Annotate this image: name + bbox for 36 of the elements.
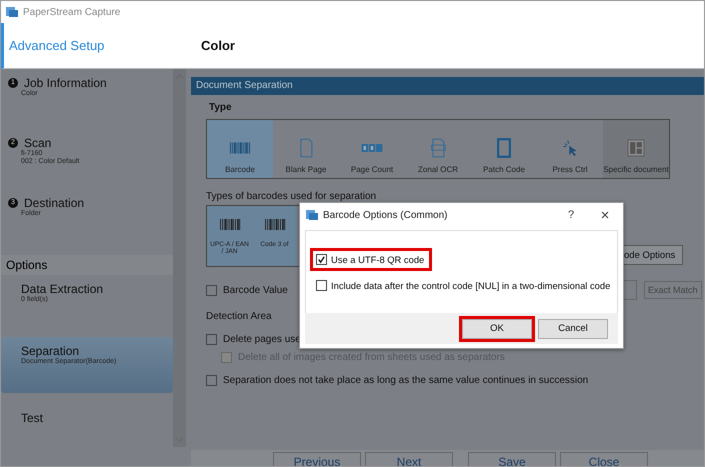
barcode-types-label: Types of barcodes used for separation (206, 191, 378, 202)
options-heading: Options (1, 255, 173, 275)
dialog-checkbox[interactable]: Use a UTF-8 QR code (310, 248, 432, 271)
options-button[interactable]: ode Options (621, 245, 683, 265)
type-tile[interactable]: Press Ctrl (537, 120, 603, 178)
type-tile[interactable]: Zonal OCR (405, 120, 471, 178)
footer-button[interactable]: Previous (273, 452, 361, 466)
footer-button[interactable]: Save (468, 452, 556, 466)
close-button[interactable]: × (590, 206, 620, 224)
type-tile[interactable]: Specific document (603, 120, 669, 178)
option-item[interactable]: Test (1, 403, 173, 443)
section-title: Advanced Setup (8, 38, 106, 53)
section-header: Document Separation (191, 77, 704, 95)
barcode-value-checkbox[interactable]: Barcode Value (206, 284, 288, 296)
help-button[interactable]: ? (556, 209, 586, 221)
barcode-icon (218, 218, 242, 231)
dialog-checkbox[interactable]: Include data after the control code [NUL] in a two-dimensional code (310, 274, 618, 297)
dialog-title: Barcode Options (Common) (323, 210, 448, 220)
check-icon (317, 255, 326, 264)
app-icon (5, 6, 19, 18)
type-tile[interactable]: Patch Code (471, 120, 537, 178)
option-checkbox[interactable]: Separation does not take place as long as the same value continues in succession (206, 375, 704, 386)
dialog-button[interactable]: Cancel (538, 318, 608, 338)
scrollbar[interactable] (173, 69, 186, 447)
match-dropdown[interactable]: Exact Match (644, 281, 702, 299)
app-title: PaperStream Capture (23, 6, 120, 18)
type-label: Type (209, 102, 233, 113)
barcode-icon (262, 218, 286, 231)
app-icon (305, 209, 319, 221)
footer-button[interactable]: Next (365, 452, 453, 466)
detection-area-label: Detection Area (206, 311, 273, 322)
page-title: Color (201, 38, 235, 53)
type-tile[interactable]: Barcode (207, 120, 273, 178)
footer-button[interactable]: Close (560, 452, 648, 466)
type-tile[interactable]: Blank Page (273, 120, 339, 178)
type-tile[interactable]: Page Count (339, 120, 405, 178)
